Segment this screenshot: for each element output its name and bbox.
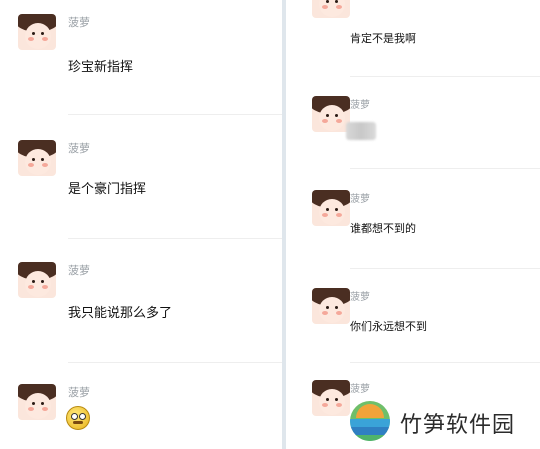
message-text: 谁都想不到的 — [350, 222, 416, 235]
chat-message: 菠萝 谁都想不到的 — [286, 172, 540, 270]
message-separator — [350, 76, 540, 77]
message-separator — [350, 168, 540, 169]
avatar[interactable] — [18, 14, 56, 50]
message-separator — [68, 238, 282, 239]
avatar[interactable] — [312, 190, 350, 226]
chat-message: 肯定不是我啊 — [286, 0, 540, 80]
sender-name: 菠萝 — [68, 264, 90, 277]
chat-message: 菠萝 — [0, 366, 282, 449]
avatar[interactable] — [312, 380, 350, 416]
message-separator — [68, 114, 282, 115]
avatar[interactable] — [18, 140, 56, 176]
chat-message: 菠萝 — [286, 80, 540, 170]
message-text: 我只能说那么多了 — [68, 306, 173, 321]
message-separator — [350, 362, 540, 363]
chat-message: 菠萝 你们永远想不到 — [286, 272, 540, 364]
smiley-emoji-icon — [66, 406, 90, 430]
sender-name: 菠萝 — [350, 292, 370, 303]
sender-name: 菠萝 — [68, 142, 90, 155]
sender-name: 菠萝 — [350, 384, 370, 395]
chat-message: 菠萝 我只能说那么多了 — [0, 244, 282, 364]
message-text: 珍宝新指挥 — [68, 60, 134, 75]
sender-name: 菠萝 — [350, 100, 370, 111]
avatar[interactable] — [18, 384, 56, 420]
sender-name: 菠萝 — [68, 16, 90, 29]
site-logo-icon — [350, 401, 390, 441]
message-separator — [350, 268, 540, 269]
watermark-text: 竹笋软件园 — [400, 413, 516, 438]
sender-name: 菠萝 — [350, 194, 370, 205]
right-chat-panel: 肯定不是我啊 菠萝 菠萝 谁都想不到的 菠萝 你们永远想不到 菠萝 — [286, 0, 540, 449]
left-chat-panel: 菠萝 珍宝新指挥 菠萝 是个豪门指挥 菠萝 我只能说那么多了 菠萝 — [0, 0, 282, 449]
chat-message: 菠萝 是个豪门指挥 — [0, 120, 282, 240]
avatar[interactable] — [312, 96, 350, 132]
message-text: 是个豪门指挥 — [68, 182, 147, 197]
message-text: 你们永远想不到 — [350, 320, 427, 333]
avatar[interactable] — [18, 262, 56, 298]
sender-name: 菠萝 — [68, 386, 90, 399]
message-separator — [68, 362, 282, 363]
message-text: 肯定不是我啊 — [350, 32, 416, 45]
blurred-content — [346, 122, 376, 140]
chat-message: 菠萝 珍宝新指挥 — [0, 0, 282, 120]
avatar[interactable] — [312, 0, 350, 18]
avatar[interactable] — [312, 288, 350, 324]
